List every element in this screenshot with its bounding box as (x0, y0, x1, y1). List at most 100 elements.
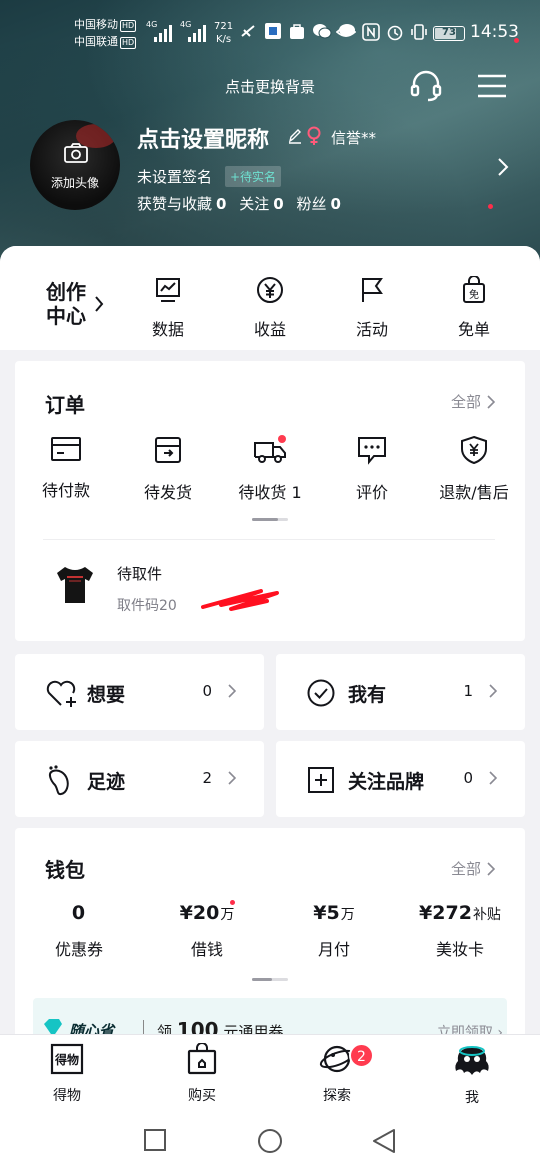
creator-center-button[interactable]: 创作中心 (46, 280, 104, 328)
status-bar: 中国移动 HD 中国联通 HD 4G 4G 721 K/s 73 14:53 (0, 14, 540, 54)
nfc-icon (362, 23, 380, 41)
hd-badge: HD (120, 20, 137, 32)
quick-free-order[interactable]: 免 免单 (434, 275, 514, 340)
wallet-unit: 万 (340, 907, 355, 923)
chevron-right-icon (489, 771, 497, 785)
scroll-indicator (252, 978, 288, 981)
order-label: 待付款 (41, 481, 90, 500)
order-pending-receipt[interactable]: 待收货 1 (222, 435, 318, 503)
chevron-right-icon[interactable] (496, 156, 510, 178)
signature[interactable]: 未设置签名 (137, 166, 212, 187)
fans-label[interactable]: 粉丝 (296, 195, 326, 213)
orders-card: 订单 全部 待付款 待发货 待收货 1 评价 退款/售后 待取件 取件码20 (15, 361, 525, 641)
likes-label[interactable]: 获赞与收藏 (137, 195, 212, 213)
wallet-amount: ¥20 (179, 902, 220, 924)
wallet-amount: ¥272 (419, 902, 472, 924)
owned-card[interactable]: 我有 1 (276, 654, 525, 730)
tshirt-product-image[interactable] (53, 563, 97, 607)
signal-icon (154, 22, 172, 42)
tab-buy[interactable]: 购买 (152, 1042, 252, 1105)
shopping-bag-icon (187, 1042, 217, 1075)
system-navigation-bar (0, 1118, 540, 1170)
footprint-label: 足迹 (87, 771, 126, 793)
wallet-value: 0 (24, 902, 134, 924)
carrier-info: 中国移动 HD 中国联通 HD (74, 16, 137, 50)
wallet-all-label: 全部 (450, 860, 481, 878)
wallet-beauty-card[interactable]: ¥272补贴 美妆卡 (405, 902, 515, 960)
chevron-right-icon (95, 296, 104, 312)
svg-text:免: 免 (469, 288, 479, 301)
clock: 14:53 (470, 22, 519, 42)
no-disturb-icon (241, 25, 255, 37)
order-refund[interactable]: 退款/售后 (426, 435, 522, 503)
camera-icon (64, 143, 88, 163)
carrier-2: 中国联通 (74, 35, 118, 48)
wallet-all-link[interactable]: 全部 (451, 858, 495, 879)
wallet-label: 借钱 (190, 940, 223, 959)
promo-banner[interactable]: 随心省 领 100 元通用券 立即领取 › (33, 998, 507, 1036)
wallet-monthly-pay[interactable]: ¥5万 月付 (279, 902, 389, 960)
likes-value: 0 (216, 195, 227, 213)
change-background-button[interactable]: 点击更换背景 (0, 76, 540, 97)
battery-level: 73 (442, 27, 456, 38)
chart-icon (156, 278, 180, 302)
tab-explore[interactable]: 2 探索 (287, 1043, 387, 1105)
app-notification-icon (265, 23, 281, 39)
wallet-value: ¥5万 (279, 902, 389, 924)
explore-badge: 2 (349, 1043, 374, 1068)
me-avatar-icon (455, 1046, 489, 1075)
tab-dewu[interactable]: 得物 得物 (17, 1043, 117, 1105)
orders-all-link[interactable]: 全部 (451, 391, 495, 412)
footprint-card[interactable]: 足迹 2 (15, 741, 264, 817)
free-bag-icon: 免 (463, 275, 485, 303)
order-label: 退款/售后 (439, 483, 509, 502)
tab-me[interactable]: 我 (422, 1043, 522, 1107)
speed-value: 721 (214, 21, 234, 32)
pickup-title[interactable]: 待取件 (117, 563, 162, 584)
fans-value: 0 (330, 195, 341, 213)
main-content: 创作中心 数据 收益 活动 免 免单 订单 全部 待付款 待发货 待收货 1 评… (0, 246, 540, 1036)
truck-icon (254, 435, 286, 463)
system-icons (336, 23, 428, 41)
quick-label: 数据 (151, 320, 184, 339)
followed-brands-card[interactable]: 关注品牌 0 (276, 741, 525, 817)
edit-pencil-icon[interactable] (288, 128, 302, 144)
order-label: 待发货 (143, 483, 192, 502)
verify-badge[interactable]: +待实名 (225, 166, 282, 187)
wallet-unit: 补贴 (472, 907, 501, 923)
carrier-1: 中国移动 (74, 18, 118, 31)
customer-service-icon[interactable] (408, 68, 444, 104)
female-gender-icon (307, 126, 321, 145)
quick-earnings[interactable]: 收益 (230, 276, 310, 340)
followed-brands-count: 0 (463, 769, 473, 787)
followed-brands-label: 关注品牌 (348, 771, 425, 793)
avatar[interactable]: 添加头像 (30, 120, 120, 210)
credit-rating[interactable]: 信誉** (331, 127, 376, 148)
wallet-loan[interactable]: ¥20万 借钱 (152, 902, 262, 960)
quick-data[interactable]: 数据 (128, 276, 208, 340)
dewu-logo-icon: 得物 (50, 1043, 84, 1075)
wallet-label: 优惠券 (54, 940, 103, 959)
quick-activity[interactable]: 活动 (332, 276, 412, 340)
back-icon[interactable] (372, 1128, 396, 1154)
owned-count: 1 (463, 682, 473, 700)
home-icon[interactable] (257, 1128, 283, 1154)
battery-indicator: 73 (433, 26, 465, 41)
wallet-coupons[interactable]: 0 优惠券 (24, 902, 134, 960)
order-pending-payment[interactable]: 待付款 (18, 435, 114, 501)
creator-row: 创作中心 数据 收益 活动 免 免单 (0, 246, 540, 350)
menu-icon[interactable] (474, 68, 510, 104)
profile-header: 中国移动 HD 中国联通 HD 4G 4G 721 K/s 73 14:53 点击更… (0, 0, 540, 262)
chevron-right-icon (489, 684, 497, 698)
nickname[interactable]: 点击设置昵称 (137, 122, 269, 154)
scroll-indicator (252, 518, 288, 521)
bag-notification-icon (290, 24, 304, 39)
wallet-label: 美妆卡 (435, 940, 484, 959)
order-pending-shipment[interactable]: 待发货 (120, 435, 216, 503)
bottom-tab-bar: 得物 得物 购买 2 探索 我 (0, 1034, 540, 1118)
order-review[interactable]: 评价 (324, 435, 420, 503)
yen-coin-icon (257, 277, 283, 303)
following-label[interactable]: 关注 (239, 195, 269, 213)
want-card[interactable]: 想要 0 (15, 654, 264, 730)
recent-apps-icon[interactable] (143, 1128, 167, 1152)
